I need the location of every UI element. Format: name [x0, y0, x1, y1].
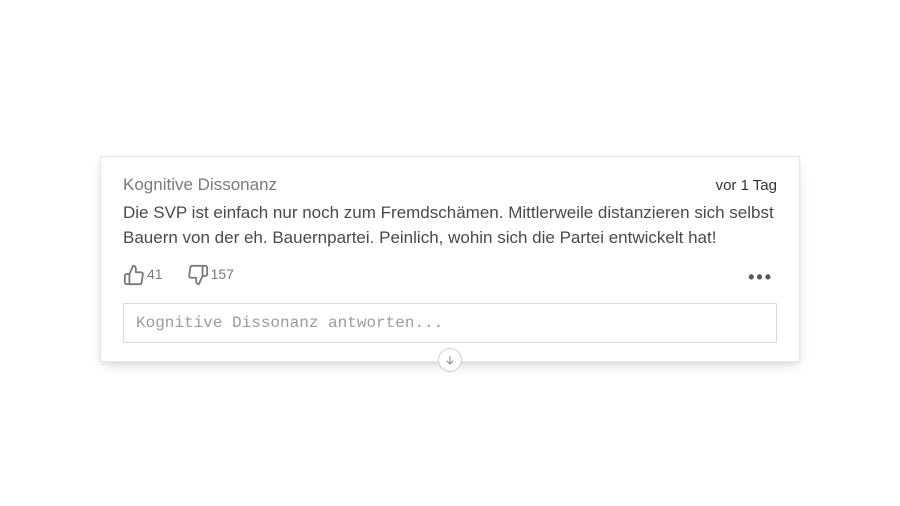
like-button[interactable]: 41: [123, 264, 163, 291]
comment-header: Kognitive Dissonanz vor 1 Tag: [123, 175, 777, 195]
thumbs-up-icon: [123, 264, 145, 291]
more-options-button[interactable]: •••: [744, 265, 777, 290]
thumbs-down-icon: [187, 264, 209, 291]
comment-author[interactable]: Kognitive Dissonanz: [123, 175, 277, 195]
dislike-count: 157: [211, 266, 234, 282]
comment-actions: 41 157 •••: [123, 264, 777, 291]
reply-input[interactable]: [123, 303, 777, 343]
expand-button[interactable]: [438, 348, 462, 372]
like-count: 41: [147, 266, 163, 282]
comment-card: Kognitive Dissonanz vor 1 Tag Die SVP is…: [100, 156, 800, 362]
comment-timestamp: vor 1 Tag: [716, 177, 777, 194]
dislike-button[interactable]: 157: [187, 264, 234, 291]
comment-body: Die SVP ist einfach nur noch zum Fremdsc…: [123, 201, 777, 250]
arrow-down-icon: [444, 354, 456, 366]
